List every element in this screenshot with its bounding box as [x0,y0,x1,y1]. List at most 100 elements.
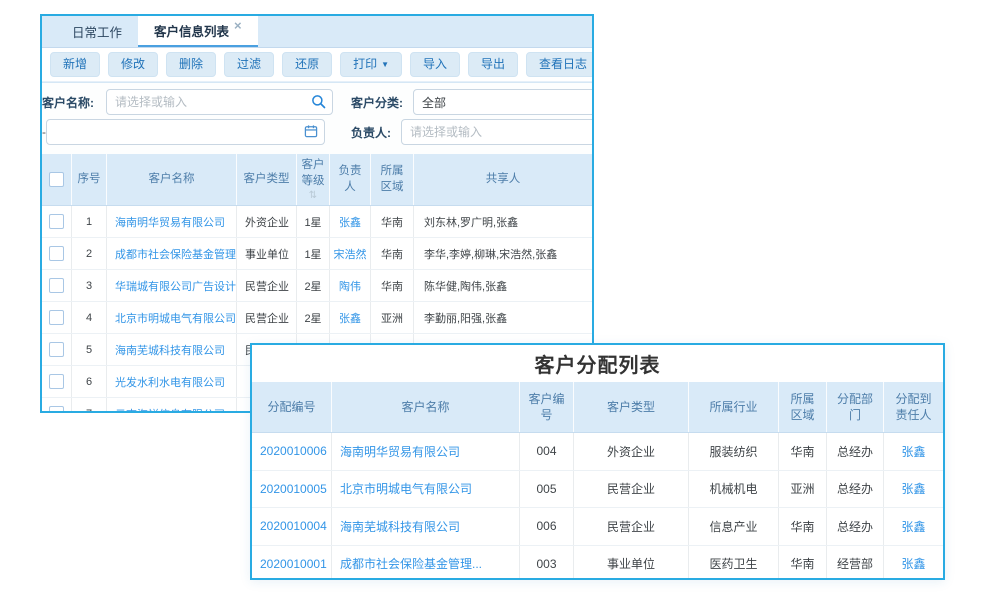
delete-button[interactable]: 删除 [166,52,216,77]
cell-code: 005 [520,471,574,508]
edit-button[interactable]: 修改 [108,52,158,77]
header-type[interactable]: 客户类型 [574,382,689,432]
add-button[interactable]: 新增 [50,52,100,77]
cell-type: 外资企业 [237,206,297,237]
header-owner[interactable]: 负责人 [330,154,371,205]
customer-name-link[interactable]: 成都市社会保险基金管理... [332,546,520,581]
alloc-id-link[interactable]: 2020010005 [252,471,332,508]
table-row: 2020010006 海南明华贸易有限公司 004 外资企业 服装纺织 华南 总… [252,433,943,471]
close-icon[interactable]: × [234,19,242,32]
row-checkbox[interactable] [49,310,64,325]
header-region[interactable]: 所属区域 [371,154,414,205]
cell-dept: 经营部 [827,546,884,581]
filter-row-1: 客户名称: 客户分类: [42,89,592,115]
assignee-link[interactable]: 张鑫 [884,471,943,508]
row-checkbox[interactable] [49,214,64,229]
cell-num: 3 [72,270,107,301]
row-checkbox[interactable] [49,342,64,357]
cell-code: 006 [520,508,574,545]
filter-button[interactable]: 过滤 [224,52,274,77]
header-shared[interactable]: 共享人 [414,154,592,205]
cell-num: 7 [72,398,107,413]
cell-checkbox [42,302,72,333]
header-alloc-id[interactable]: 分配编号 [252,382,332,432]
header-dept[interactable]: 分配部门 [827,382,884,432]
cell-region: 华南 [371,238,414,269]
allocation-table-header: 分配编号 客户名称 客户编号 客户类型 所属行业 所属区域 分配部门 分配到责任… [252,382,943,433]
date-input[interactable] [46,119,325,145]
header-name[interactable]: 客户名称 [332,382,520,432]
header-grade[interactable]: 客户等级 ⇅ [297,154,330,205]
cell-grade: 2星 [297,270,330,301]
owner-link[interactable]: 陶伟 [330,270,371,301]
owner-input[interactable] [401,119,594,145]
select-all-checkbox[interactable] [49,172,64,187]
cell-checkbox [42,334,72,365]
cell-region: 华南 [371,270,414,301]
assignee-link[interactable]: 张鑫 [884,433,943,470]
assignee-link[interactable]: 张鑫 [884,508,943,545]
table-row: 2020010001 成都市社会保险基金管理... 003 事业单位 医药卫生 … [252,546,943,581]
cell-region: 亚洲 [371,302,414,333]
assignee-link[interactable]: 张鑫 [884,546,943,581]
restore-button[interactable]: 还原 [282,52,332,77]
header-region[interactable]: 所属区域 [779,382,827,432]
print-button[interactable]: 打印▼ [340,52,402,77]
customer-category-select[interactable] [413,89,594,115]
header-assignee[interactable]: 分配到责任人 [884,382,943,432]
customer-name-input[interactable] [106,89,333,115]
date-input-wrap [46,119,325,145]
header-industry[interactable]: 所属行业 [689,382,779,432]
tab-label: 日常工作 [72,22,122,41]
owner-label: 负责人: [351,124,391,141]
header-type[interactable]: 客户类型 [237,154,297,205]
cell-checkbox [42,398,72,413]
cell-type: 民营企业 [574,508,689,545]
header-name[interactable]: 客户名称 [107,154,237,205]
row-checkbox[interactable] [49,278,64,293]
cell-num: 1 [72,206,107,237]
customer-name-link[interactable]: 华瑞城有限公司广告设计部 [107,270,237,301]
export-button[interactable]: 导出 [468,52,518,77]
cell-type: 民营企业 [237,302,297,333]
cell-region: 华南 [779,508,827,545]
cell-shared: 陈华健,陶伟,张鑫 [414,270,592,301]
customer-name-link[interactable]: 北京市明城电气有限公司 [332,471,520,508]
cell-num: 4 [72,302,107,333]
cell-dept: 总经办 [827,508,884,545]
customer-name-link[interactable]: 海南芜城科技有限公司 [332,508,520,545]
calendar-icon[interactable] [304,124,318,143]
customer-name-link[interactable]: 海南芜城科技有限公司 [107,334,237,365]
cell-num: 2 [72,238,107,269]
row-checkbox[interactable] [49,406,64,413]
customer-name-link[interactable]: 光发水利水电有限公司 [107,366,237,397]
cell-checkbox [42,206,72,237]
cell-type: 民营企业 [237,270,297,301]
search-icon[interactable] [311,94,326,114]
customer-name-link[interactable]: 北京市明城电气有限公司 [107,302,237,333]
owner-link[interactable]: 张鑫 [330,302,371,333]
customer-category-input-wrap [413,89,594,115]
row-checkbox[interactable] [49,246,64,261]
cell-num: 6 [72,366,107,397]
header-grade-label: 客户等级 [301,158,325,189]
owner-link[interactable]: 张鑫 [330,206,371,237]
tab-customer-info-list[interactable]: 客户信息列表 × [138,16,258,47]
alloc-id-link[interactable]: 2020010004 [252,508,332,545]
header-num[interactable]: 序号 [72,154,107,205]
view-log-button[interactable]: 查看日志 [526,52,594,77]
sort-icon[interactable]: ⇅ [309,191,317,201]
tab-daily-work[interactable]: 日常工作 [56,16,138,47]
header-code[interactable]: 客户编号 [520,382,574,432]
alloc-id-link[interactable]: 2020010006 [252,433,332,470]
owner-link[interactable]: 宋浩然 [330,238,371,269]
customer-name-link[interactable]: 海南明华贸易有限公司 [107,206,237,237]
row-checkbox[interactable] [49,374,64,389]
alloc-id-link[interactable]: 2020010001 [252,546,332,581]
import-button[interactable]: 导入 [410,52,460,77]
customer-name-link[interactable]: 云南海祥信息有限公司 [107,398,237,413]
cell-code: 004 [520,433,574,470]
filter-row-2: - 负责人: [42,119,592,145]
customer-name-link[interactable]: 成都市社会保险基金管理... [107,238,237,269]
customer-name-link[interactable]: 海南明华贸易有限公司 [332,433,520,470]
